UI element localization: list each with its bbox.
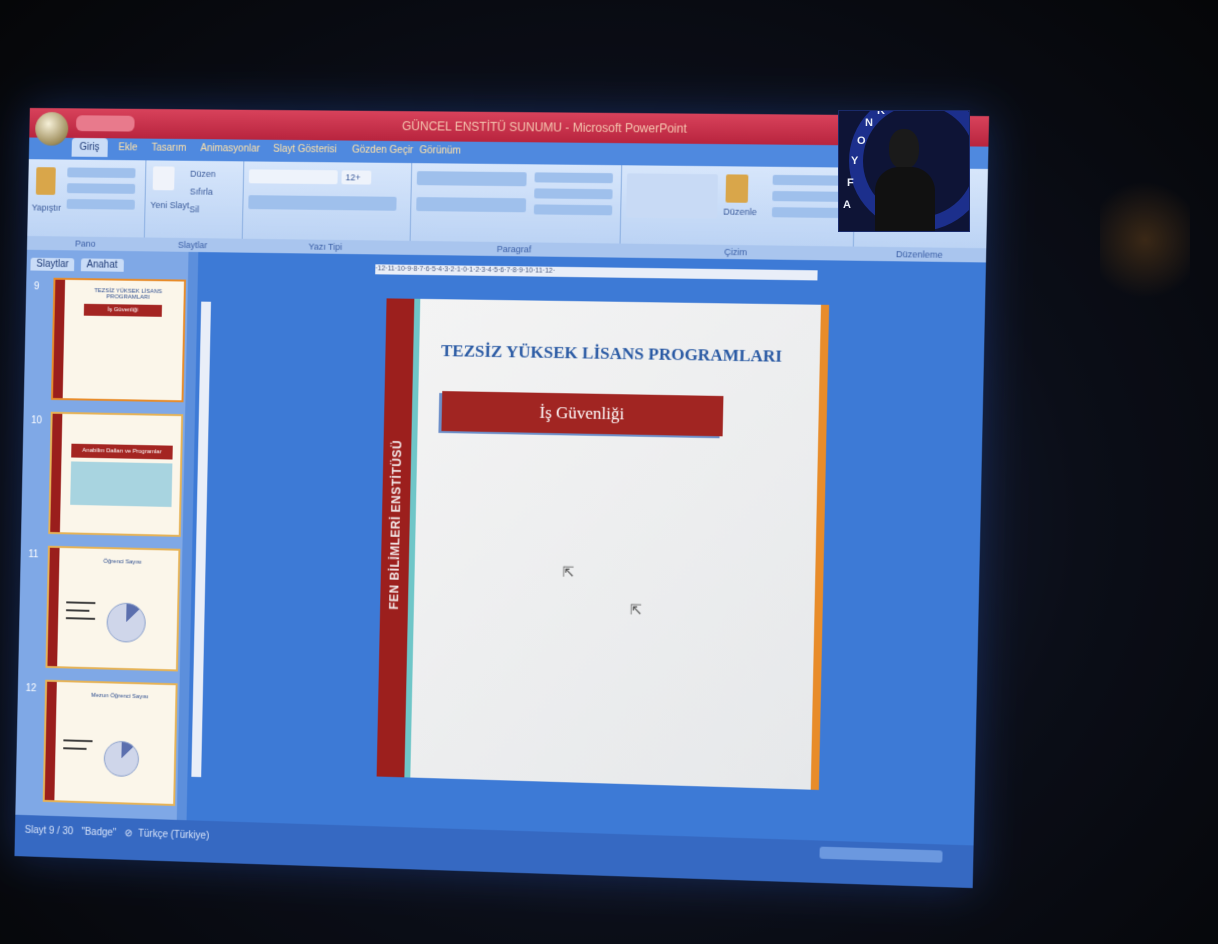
new-slide-icon[interactable] xyxy=(152,166,175,191)
tab-animations[interactable]: Animasyonlar xyxy=(200,143,260,154)
tab-insert[interactable]: Ekle xyxy=(118,142,137,153)
shape-outline-button[interactable] xyxy=(772,191,844,202)
thumb-side-bar xyxy=(47,547,60,667)
logo-letter: Y xyxy=(851,155,859,167)
arrange-icon[interactable] xyxy=(725,174,749,203)
slide-thumbnail-11[interactable]: 11 Öğrenci Sayısı xyxy=(28,545,181,672)
tab-review[interactable]: Gözden Geçir xyxy=(352,145,413,157)
thumb-number: 10 xyxy=(31,415,43,427)
slides-panel: Slaytlar Anahat 9 TEZSİZ YÜKSEK LİSANS P… xyxy=(15,249,193,821)
thumb-text-line xyxy=(63,739,93,743)
layout-button[interactable]: Düzen xyxy=(190,169,216,179)
horizontal-ruler: ·12·11·10·9·8·7·6·5·4·3·2·1·0·1·2·3·4·5·… xyxy=(375,264,818,281)
slide-subtitle[interactable]: İş Güvenliği xyxy=(441,391,724,437)
status-language[interactable]: Türkçe (Türkiye) xyxy=(138,829,209,842)
thumb-subtitle: İş Güvenliği xyxy=(83,303,162,317)
tab-view[interactable]: Görünüm xyxy=(419,145,461,156)
thumb-pie-chart xyxy=(103,740,140,778)
slide-title[interactable]: TEZSİZ YÜKSEK LİSANS PROGRAMLARI xyxy=(441,341,782,367)
tab-outline[interactable]: Anahat xyxy=(80,258,124,272)
status-info: Slayt 9 / 30 "Badge" ⊘ Türkçe (Türkiye) xyxy=(25,825,210,842)
thumb-side-bar xyxy=(52,279,66,399)
thumb-table xyxy=(70,461,173,508)
webcam-overlay: A F Y O N K xyxy=(838,110,970,232)
thumb-side-bar xyxy=(44,681,57,801)
thumb-title: TEZSİZ YÜKSEK LİSANS PROGRAMLARI xyxy=(94,288,163,301)
group-label-slides: Slaytlar xyxy=(143,237,242,253)
logo-letter: A xyxy=(843,199,851,211)
slide-editor: ·12·11·10·9·8·7·6·5·4·3·2·1·0·1·2·3·4·5·… xyxy=(186,252,986,846)
thumb-side-bar xyxy=(50,413,63,533)
align-buttons[interactable] xyxy=(416,197,527,213)
thumb-number: 9 xyxy=(33,281,40,293)
panel-tabs: Slaytlar Anahat xyxy=(30,254,125,272)
smartart-button[interactable] xyxy=(533,204,613,216)
group-slides: Yeni Slayt Düzen Sıfırla Sil Slaytlar xyxy=(143,160,245,253)
logo-letter: O xyxy=(857,135,866,147)
window-title: GÜNCEL ENSTİTÜ SUNUMU - Microsoft PowerP… xyxy=(401,119,687,136)
thumb-text-line xyxy=(66,609,90,612)
thumb-text-line xyxy=(66,601,96,605)
tab-design[interactable]: Tasarım xyxy=(151,143,186,154)
thumb-title: Mezun Öğrenci Sayısı xyxy=(90,692,149,701)
spellcheck-icon[interactable]: ⊘ xyxy=(124,828,132,839)
new-slide-label: Yeni Slayt xyxy=(150,199,190,211)
reset-button[interactable]: Sıfırla xyxy=(190,187,213,197)
thumb-text-line xyxy=(63,747,87,750)
background-light xyxy=(1100,170,1190,310)
quick-access-toolbar[interactable] xyxy=(75,115,135,132)
tab-home[interactable]: Giriş xyxy=(71,137,108,158)
status-slide-number: Slayt 9 / 30 xyxy=(24,824,74,838)
format-painter-button[interactable] xyxy=(66,199,135,210)
text-direction-button[interactable] xyxy=(534,172,613,184)
mouse-pointer-icon: ⇱ xyxy=(629,601,642,618)
thumb-number: 11 xyxy=(28,549,39,561)
slide-orange-bar xyxy=(810,304,830,790)
group-paragraph: Paragraf xyxy=(409,163,623,258)
logo-letter: K xyxy=(877,110,885,117)
presenter-silhouette xyxy=(875,129,935,231)
presenter-head xyxy=(889,129,919,169)
align-text-button[interactable] xyxy=(534,188,613,200)
thumb-title: Öğrenci Sayısı xyxy=(103,558,142,566)
paste-label: Yapıştır xyxy=(31,202,62,213)
slide-thumbnail-10[interactable]: 10 Anabilim Dalları ve Programlar xyxy=(31,411,184,537)
logo-letter: N xyxy=(865,117,873,129)
group-drawing: Düzenle Çizim xyxy=(619,165,856,261)
zoom-slider[interactable] xyxy=(819,846,943,863)
thumb-number: 12 xyxy=(25,683,37,695)
group-font: 12+ Yazı Tipi xyxy=(241,161,413,255)
shape-effects-button[interactable] xyxy=(771,207,844,219)
list-buttons[interactable] xyxy=(416,171,527,187)
group-clipboard: Yapıştır Pano xyxy=(26,159,147,252)
copy-button[interactable] xyxy=(66,183,136,194)
font-format-buttons[interactable] xyxy=(248,195,397,211)
tab-slides[interactable]: Slaytlar xyxy=(30,257,75,272)
presenter-body xyxy=(875,167,935,231)
mouse-pointer-icon: ⇱ xyxy=(562,563,575,580)
shapes-gallery[interactable] xyxy=(626,173,718,219)
shape-fill-button[interactable] xyxy=(772,174,845,186)
slide-thumbnail-9[interactable]: 9 TEZSİZ YÜKSEK LİSANS PROGRAMLARI İş Gü… xyxy=(34,277,186,403)
thumb-pie-chart xyxy=(106,602,147,643)
arrange-label: Düzenle xyxy=(723,206,757,218)
tab-slideshow[interactable]: Slayt Gösterisi xyxy=(273,144,337,156)
font-size-value: 12+ xyxy=(345,172,361,183)
thumb-title: Anabilim Dalları ve Programlar xyxy=(71,443,173,460)
slide-thumbnail-12[interactable]: 12 Mezun Öğrenci Sayısı xyxy=(26,679,178,806)
thumb-text-line xyxy=(65,617,96,620)
current-slide[interactable]: FEN BİLİMLERİ ENSTİTÜSÜ TEZSİZ YÜKSEK Lİ… xyxy=(376,298,830,790)
cut-button[interactable] xyxy=(67,167,136,179)
font-name-dropdown[interactable] xyxy=(248,169,338,185)
delete-button[interactable]: Sil xyxy=(189,204,199,214)
status-theme: "Badge" xyxy=(81,826,117,839)
paste-icon[interactable] xyxy=(35,167,56,195)
logo-letter: F xyxy=(847,177,854,189)
